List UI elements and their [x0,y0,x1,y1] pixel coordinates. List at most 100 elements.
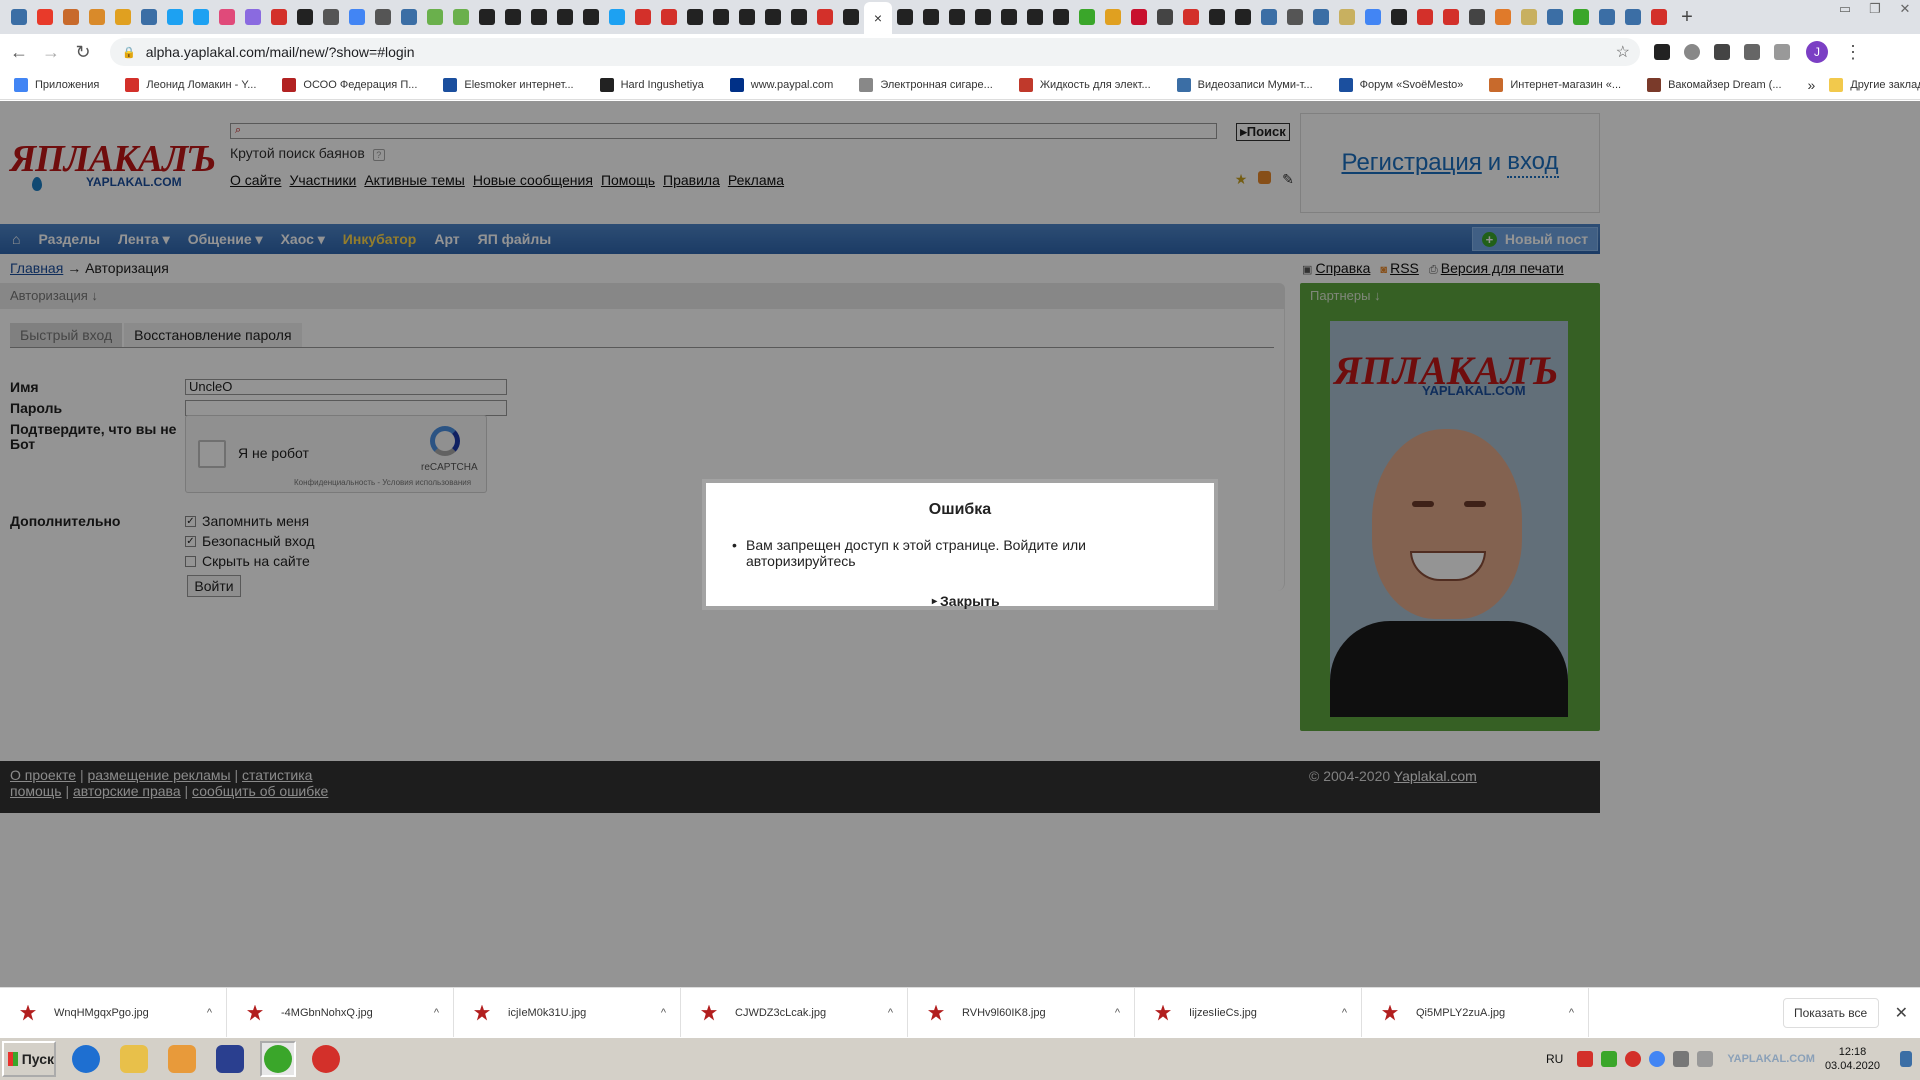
browser-tab[interactable] [110,4,136,30]
bookmark-item[interactable]: Форум «SvoёMesto» [1338,77,1463,92]
clock[interactable]: 12:18 03.04.2020 [1825,1045,1880,1073]
browser-tab[interactable] [370,4,396,30]
browser-tab[interactable] [970,4,996,30]
tray-chrome-icon[interactable] [1649,1051,1666,1067]
browser-tab[interactable] [32,4,58,30]
taskbar-save-button[interactable] [212,1041,248,1077]
browser-tab[interactable] [136,4,162,30]
browser-tab[interactable] [162,4,188,30]
browser-tab[interactable] [1568,4,1594,30]
browser-tab[interactable] [1438,4,1464,30]
browser-tab[interactable] [1490,4,1516,30]
browser-tab[interactable] [1074,4,1100,30]
start-button[interactable]: Пуск [2,1041,56,1077]
bookmark-item[interactable]: www.paypal.com [729,77,833,92]
bookmarks-more-icon[interactable]: » [1808,77,1816,93]
browser-tab[interactable] [1334,4,1360,30]
taskbar-ie-button[interactable] [68,1041,104,1077]
browser-tab[interactable] [1412,4,1438,30]
bookmark-item[interactable]: Вакомайзер Dream (... [1647,77,1782,92]
minimize-icon[interactable]: ▭ [1830,0,1860,26]
browser-tab[interactable] [84,4,110,30]
other-bookmarks[interactable]: Другие закладки [1829,77,1920,92]
extension-icon[interactable] [1744,44,1760,60]
taskbar-media-player-button[interactable] [164,1041,200,1077]
extension-globe-icon[interactable] [1684,44,1700,60]
browser-tab[interactable] [266,4,292,30]
browser-tab[interactable] [240,4,266,30]
browser-tab[interactable] [1100,4,1126,30]
browser-tab[interactable] [448,4,474,30]
download-item[interactable]: RVHv9l60IK8.jpg ^ [908,987,1135,1038]
extension-icon[interactable] [1774,44,1790,60]
show-all-downloads-button[interactable]: Показать все [1782,997,1879,1028]
browser-tab[interactable] [1178,4,1204,30]
browser-tab[interactable] [1542,4,1568,30]
browser-tab[interactable] [526,4,552,30]
browser-tab[interactable] [552,4,578,30]
chevron-up-icon[interactable]: ^ [207,1007,212,1019]
extension-icon[interactable] [1714,44,1730,60]
bookmark-star-icon[interactable]: ☆ [1616,42,1630,62]
browser-tab[interactable] [500,4,526,30]
browser-tab[interactable] [58,4,84,30]
browser-tab[interactable] [734,4,760,30]
browser-tab[interactable] [1464,4,1490,30]
browser-tab[interactable] [1152,4,1178,30]
bookmark-item[interactable]: Электронная сигаре... [859,77,993,92]
reload-icon[interactable]: ↻ [70,42,96,63]
chevron-up-icon[interactable]: ^ [1569,1007,1574,1019]
dialog-close-button[interactable]: ▸ Закрыть [932,593,1000,609]
menu-dots-icon[interactable]: ⋮ [1840,42,1866,63]
url-text[interactable]: alpha.yaplakal.com/mail/new/?show=#login [146,44,415,60]
tray-volume-icon[interactable] [1697,1051,1714,1067]
chevron-up-icon[interactable]: ^ [661,1007,666,1019]
browser-tab[interactable] [1594,4,1620,30]
chevron-up-icon[interactable]: ^ [434,1007,439,1019]
download-item[interactable]: icjIeM0k31U.jpg ^ [454,987,681,1038]
extension-icon[interactable] [1654,44,1670,60]
browser-tab[interactable] [1048,4,1074,30]
browser-tab[interactable] [474,4,500,30]
bookmark-item[interactable]: Приложения [14,77,99,92]
download-item[interactable]: CJWDZ3cLcak.jpg ^ [681,987,908,1038]
browser-tab[interactable] [1516,4,1542,30]
active-tab-close-icon[interactable]: × [864,2,892,34]
address-bar[interactable]: 🔒 alpha.yaplakal.com/mail/new/?show=#log… [110,38,1640,66]
browser-tab[interactable] [188,4,214,30]
browser-tab[interactable] [918,4,944,30]
tray-app-icon[interactable] [1577,1051,1594,1067]
taskbar-chrome-button[interactable] [260,1041,296,1077]
forward-arrow-icon[interactable]: → [38,42,64,63]
browser-tab[interactable] [578,4,604,30]
window-close-icon[interactable]: ✕ [1890,0,1920,26]
browser-tab[interactable] [708,4,734,30]
browser-tab[interactable] [318,4,344,30]
browser-tab[interactable] [604,4,630,30]
download-item[interactable]: IijzesIieCs.jpg ^ [1135,987,1362,1038]
download-item[interactable]: WnqHMgqxPgo.jpg ^ [0,987,227,1038]
browser-tab[interactable] [944,4,970,30]
browser-tab[interactable] [786,4,812,30]
browser-tab[interactable] [344,4,370,30]
bookmark-item[interactable]: Hard Ingushetiya [599,77,704,92]
tray-app-icon[interactable] [1601,1051,1618,1067]
browser-tab[interactable] [682,4,708,30]
bookmark-item[interactable]: Интернет-магазин «... [1489,77,1621,92]
browser-tab[interactable] [214,4,240,30]
language-indicator[interactable]: RU [1546,1052,1563,1066]
bookmark-item[interactable]: Видеозаписи Муми-т... [1176,77,1313,92]
browser-tab[interactable] [996,4,1022,30]
browser-tab[interactable] [1126,4,1152,30]
browser-tab[interactable] [630,4,656,30]
restore-icon[interactable]: ❐ [1860,0,1890,26]
bookmark-item[interactable]: ОСОО Федерация П... [282,77,417,92]
taskbar-explorer-button[interactable] [116,1041,152,1077]
download-item[interactable]: -4MGbnNohxQ.jpg ^ [227,987,454,1038]
chevron-up-icon[interactable]: ^ [1115,1007,1120,1019]
bookmark-item[interactable]: Жидкость для элект... [1018,77,1151,92]
bookmark-item[interactable]: Леонид Ломакин - Y... [125,77,256,92]
browser-tab[interactable] [292,4,318,30]
browser-tab[interactable] [1022,4,1048,30]
chevron-up-icon[interactable]: ^ [888,1007,893,1019]
